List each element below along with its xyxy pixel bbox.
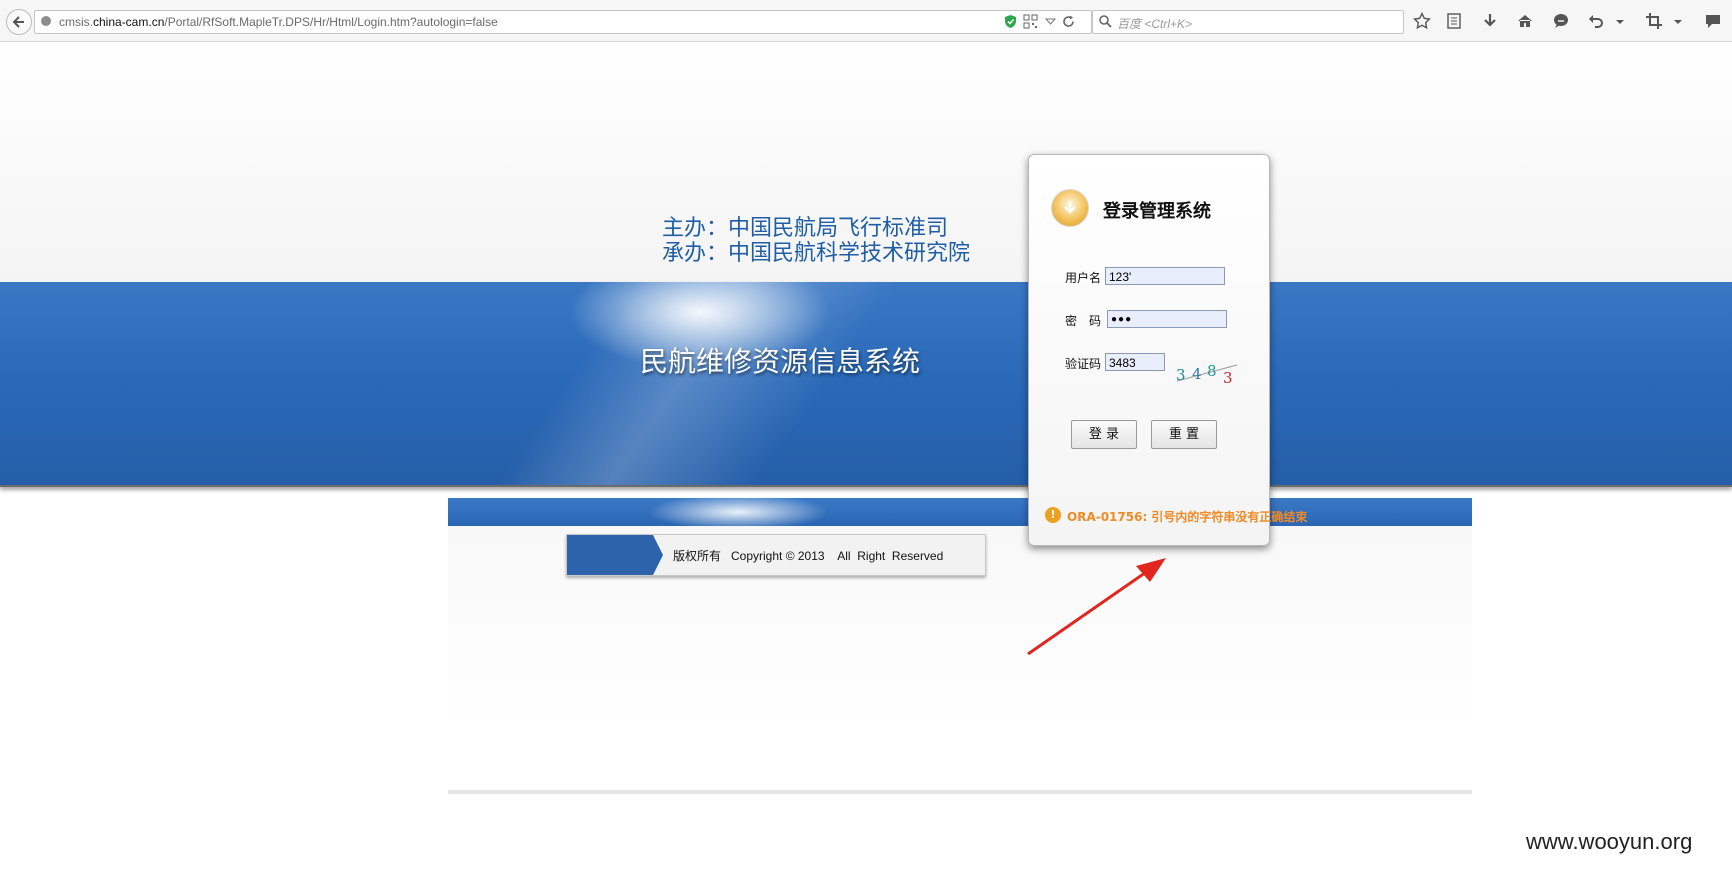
- login-title: 登录管理系统: [1103, 201, 1211, 222]
- home-icon[interactable]: [1516, 12, 1534, 30]
- login-dialog: 登录管理系统 用户名 123' 密 码 ●●● 验证码 3483 3 4 8 3…: [1028, 154, 1307, 546]
- copyright-box: 版权所有 Copyright © 2013 All Right Reserved: [566, 534, 986, 576]
- back-button[interactable]: [6, 9, 32, 35]
- svg-text:3: 3: [1176, 366, 1186, 384]
- sponsor-line-2: 承办：中国民航科学技术研究院: [662, 241, 971, 266]
- url-path: /Portal/RfSoft.MapleTr.DPS/Hr/Html/Login…: [164, 15, 498, 29]
- username-input[interactable]: 123': [1105, 267, 1225, 285]
- chat-icon[interactable]: [1552, 12, 1570, 30]
- svg-text:3: 3: [1223, 369, 1233, 387]
- red-annotation-arrow: [1027, 558, 1166, 656]
- password-label: 密 码: [1065, 314, 1102, 328]
- globe-icon: [41, 16, 51, 26]
- sponsor-line-1: 主办：中国民航局飞行标准司: [662, 216, 949, 241]
- captcha-image[interactable]: 3 4 8 3: [1173, 359, 1241, 387]
- url-text[interactable]: cmsis.china-cam.cn/Portal/RfSoft.MapleTr…: [59, 15, 498, 29]
- back-arrow-icon: [12, 16, 24, 28]
- search-bar[interactable]: 百度 <Ctrl+K>: [1092, 10, 1404, 34]
- content-header-bar: [448, 498, 1472, 526]
- captcha-input[interactable]: 3483: [1105, 353, 1165, 371]
- login-download-icon: [1051, 189, 1089, 227]
- star-icon[interactable]: [1413, 12, 1431, 30]
- svg-text:4: 4: [1192, 365, 1202, 383]
- error-message: ORA-01756: 引号内的字符串没有正确结束: [1067, 510, 1308, 524]
- password-input[interactable]: ●●●: [1107, 310, 1227, 328]
- svg-text:8: 8: [1207, 362, 1217, 380]
- captcha-label: 验证码: [1065, 357, 1102, 371]
- qr-icon[interactable]: [1023, 14, 1038, 29]
- login-button[interactable]: 登 录: [1071, 420, 1137, 449]
- search-placeholder: 百度 <Ctrl+K>: [1117, 17, 1193, 31]
- warning-icon: !: [1045, 507, 1061, 523]
- chevron-down-icon[interactable]: [1672, 12, 1684, 30]
- reload-icon[interactable]: [1061, 14, 1076, 29]
- copyright-text: 版权所有 Copyright © 2013 All Right Reserved: [673, 549, 944, 563]
- download-icon[interactable]: [1481, 12, 1499, 30]
- system-title: 民航维修资源信息系统: [640, 345, 921, 378]
- address-bar[interactable]: cmsis.china-cam.cn/Portal/RfSoft.MapleTr…: [34, 10, 1092, 34]
- reader-icon[interactable]: [1445, 12, 1463, 30]
- url-domain: china-cam.cn: [93, 15, 165, 29]
- undo-icon[interactable]: [1587, 12, 1605, 30]
- search-icon: [1099, 15, 1112, 28]
- crop-icon[interactable]: [1645, 12, 1663, 30]
- username-label: 用户名: [1065, 271, 1102, 285]
- speech-icon[interactable]: [1704, 12, 1722, 30]
- url-host-prefix: cmsis.: [59, 15, 93, 29]
- browser-toolbar: cmsis.china-cam.cn/Portal/RfSoft.MapleTr…: [0, 0, 1732, 42]
- shield-icon[interactable]: [1003, 14, 1018, 29]
- copyright-arrow-decoration: [567, 535, 663, 575]
- blue-banner: [0, 282, 1732, 487]
- watermark: www.wooyun.org: [1526, 829, 1693, 854]
- sponsor-block: 主办：中国民航局飞行标准司 承办：中国民航科学技术研究院: [662, 216, 970, 266]
- dropdown-icon[interactable]: [1043, 14, 1058, 29]
- page: 主办：中国民航局飞行标准司 承办：中国民航科学技术研究院 民航维修资源信息系统 …: [0, 42, 1732, 874]
- chevron-down-icon[interactable]: [1614, 12, 1626, 30]
- reset-button[interactable]: 重 置: [1151, 420, 1217, 449]
